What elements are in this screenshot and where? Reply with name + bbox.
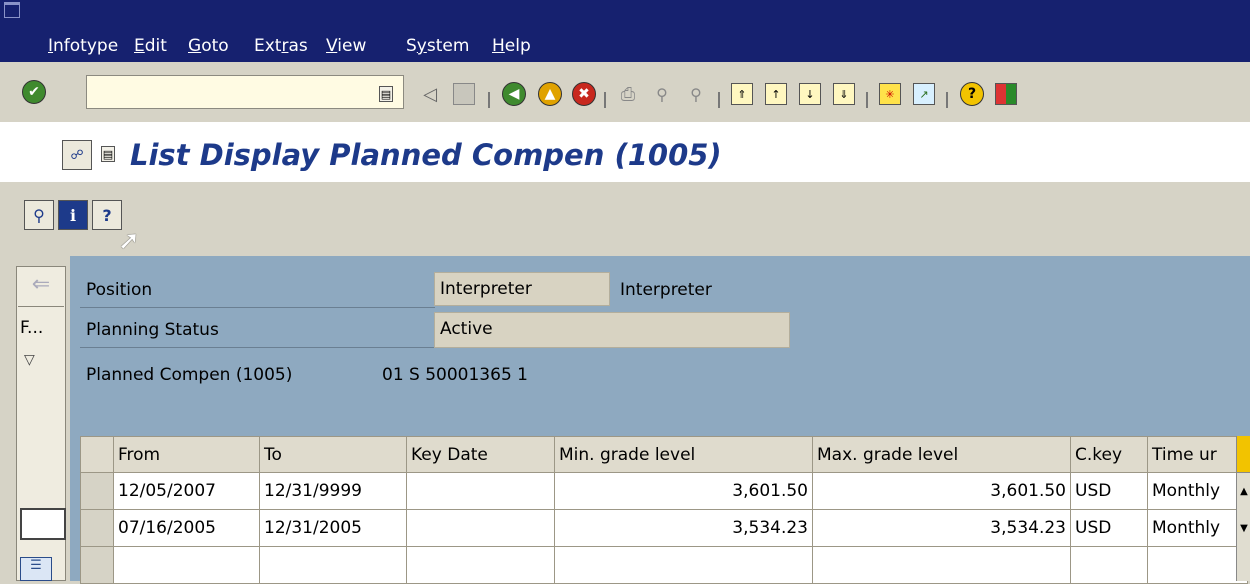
object-key: 01 S 50001365 1 xyxy=(382,365,528,385)
next-page-icon[interactable]: ↓ xyxy=(796,80,824,108)
command-history-icon[interactable]: ▤ xyxy=(372,80,400,108)
menu-view[interactable]: View xyxy=(326,36,366,56)
empty-cell[interactable] xyxy=(554,546,813,584)
menu-goto[interactable]: Goto xyxy=(188,36,229,56)
cell-key-date[interactable] xyxy=(406,472,555,510)
row-selector[interactable] xyxy=(80,509,114,547)
cell-from[interactable]: 12/05/2007 xyxy=(113,472,260,510)
table-header: From To Key Date Min. grade level Max. g… xyxy=(80,436,1248,473)
position-label: Position xyxy=(86,280,153,300)
position-field[interactable]: Interpreter xyxy=(434,272,610,306)
system-menu-icon[interactable] xyxy=(4,2,20,18)
other-object-icon[interactable]: ☍ xyxy=(62,140,92,170)
menu-extras[interactable]: Extras xyxy=(254,36,308,56)
cell-min-grade[interactable]: 3,534.23 xyxy=(554,509,813,547)
column-header[interactable]: Max. grade level xyxy=(812,436,1071,473)
back-icon-side[interactable]: ⇐ xyxy=(18,272,64,307)
cell-min-grade[interactable]: 3,601.50 xyxy=(554,472,813,510)
cell-to[interactable]: 12/31/9999 xyxy=(259,472,407,510)
empty-cell[interactable] xyxy=(113,546,260,584)
scroll-down-icon[interactable]: ▼ xyxy=(1237,510,1250,547)
side-tab-label[interactable]: F... xyxy=(20,318,43,338)
cell-to[interactable]: 12/31/2005 xyxy=(259,509,407,547)
overview-icon[interactable]: ⚲ xyxy=(24,200,54,230)
empty-cell[interactable] xyxy=(1070,546,1148,584)
help-icon[interactable]: ? xyxy=(958,80,986,108)
customize-layout-icon[interactable] xyxy=(992,80,1020,108)
dropdown-arrow-icon[interactable]: ▽ xyxy=(24,352,35,368)
planning-status-field[interactable]: Active xyxy=(434,312,790,348)
column-header[interactable]: From xyxy=(113,436,260,473)
menu-infotype[interactable]: Infotype xyxy=(48,36,118,56)
table-row[interactable]: 12/05/2007 12/31/9999 3,601.50 3,601.50 … xyxy=(80,472,1248,510)
cell-time-unit[interactable]: Monthly xyxy=(1147,472,1248,510)
column-header[interactable]: To xyxy=(259,436,407,473)
list-icon[interactable]: ☰ xyxy=(20,557,52,581)
scroll-up-icon[interactable]: ▲ xyxy=(1237,473,1250,510)
cell-key-date[interactable] xyxy=(406,509,555,547)
cell-max-grade[interactable]: 3,601.50 xyxy=(812,472,1071,510)
mouse-cursor-icon: ➚ xyxy=(118,226,140,256)
exit-icon[interactable]: ▲ xyxy=(536,80,564,108)
select-all-cell[interactable] xyxy=(80,436,114,473)
back-icon[interactable]: ◀ xyxy=(500,80,528,108)
window-icon[interactable] xyxy=(20,508,66,540)
menu-system[interactable]: System xyxy=(406,36,469,56)
table-scrollbar[interactable]: ▲ ▼ xyxy=(1236,436,1250,581)
cell-time-unit[interactable]: Monthly xyxy=(1147,509,1248,547)
find-next-icon[interactable]: ⚲ xyxy=(682,80,710,108)
column-header[interactable]: C.key xyxy=(1070,436,1148,473)
previous-page-icon[interactable]: ↑ xyxy=(762,80,790,108)
row-selector[interactable] xyxy=(80,546,114,584)
save-icon[interactable] xyxy=(450,80,478,108)
application-toolbar xyxy=(0,182,1250,244)
column-header[interactable]: Time ur xyxy=(1147,436,1248,473)
page-title: List Display Planned Compen (1005) xyxy=(130,138,722,172)
cancel-icon[interactable]: ✖ xyxy=(570,80,598,108)
column-settings-icon[interactable] xyxy=(1237,436,1250,473)
enter-icon[interactable]: ✔ xyxy=(20,78,48,106)
planning-status-label: Planning Status xyxy=(86,320,219,340)
infotype-label: Planned Compen (1005) xyxy=(86,365,293,385)
first-page-icon[interactable]: ⇑ xyxy=(728,80,756,108)
cell-max-grade[interactable]: 3,534.23 xyxy=(812,509,1071,547)
last-page-icon[interactable]: ⇓ xyxy=(830,80,858,108)
shortcut-icon[interactable]: ↗ xyxy=(910,80,938,108)
table-row[interactable]: 07/16/2005 12/31/2005 3,534.23 3,534.23 … xyxy=(80,509,1248,547)
object-menu-icon[interactable]: ▤ xyxy=(94,140,122,168)
find-icon[interactable]: ⚲ xyxy=(648,80,676,108)
column-header[interactable]: Key Date xyxy=(406,436,555,473)
empty-cell[interactable] xyxy=(259,546,407,584)
position-text: Interpreter xyxy=(620,280,712,300)
empty-cell[interactable] xyxy=(1147,546,1248,584)
info-icon[interactable]: i xyxy=(58,200,88,230)
cell-from[interactable]: 07/16/2005 xyxy=(113,509,260,547)
menu-help[interactable]: Help xyxy=(492,36,531,56)
empty-cell[interactable] xyxy=(406,546,555,584)
new-session-icon[interactable]: ✳ xyxy=(876,80,904,108)
cell-ckey[interactable]: USD xyxy=(1070,472,1148,510)
cell-ckey[interactable]: USD xyxy=(1070,509,1148,547)
empty-cell[interactable] xyxy=(812,546,1071,584)
command-field[interactable] xyxy=(86,75,404,109)
data-table: From To Key Date Min. grade level Max. g… xyxy=(80,436,1248,584)
menu-edit[interactable]: Edit xyxy=(134,36,167,56)
column-header[interactable]: Min. grade level xyxy=(554,436,813,473)
row-selector[interactable] xyxy=(80,472,114,510)
print-icon[interactable]: ⎙ xyxy=(614,80,642,108)
menu-bar: Infotype Edit Goto Extras View System He… xyxy=(0,0,1250,62)
table-row[interactable] xyxy=(80,546,1248,584)
back-arrow-icon[interactable]: ◁ xyxy=(416,80,444,108)
